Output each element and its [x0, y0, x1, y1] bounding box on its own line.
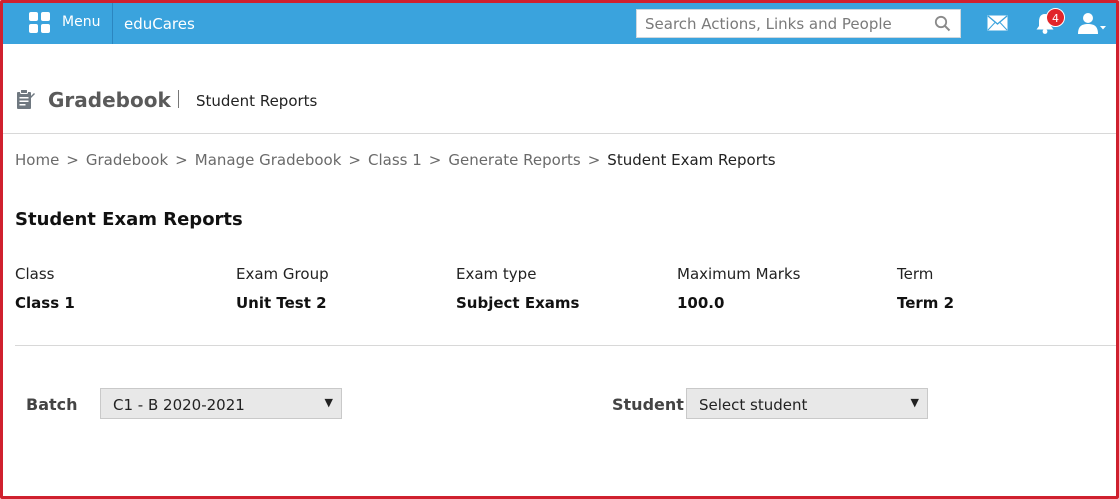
top-navbar: Menu eduCares 4	[3, 3, 1116, 44]
info-label: Exam Group	[236, 265, 329, 283]
breadcrumb-separator: >	[348, 151, 361, 169]
breadcrumb-current: Student Exam Reports	[607, 151, 776, 169]
breadcrumb-separator: >	[428, 151, 442, 169]
notification-count-badge[interactable]: 4	[1046, 8, 1065, 27]
screenshot-frame	[0, 0, 1119, 499]
info-label: Exam type	[456, 265, 537, 283]
search-input[interactable]	[637, 10, 927, 37]
section-divider	[15, 345, 1116, 346]
info-term: Term Term 2	[897, 265, 954, 312]
caret-down-icon: ▼	[324, 396, 333, 409]
info-value: Term 2	[897, 294, 955, 312]
breadcrumb-separator: >	[587, 151, 601, 169]
user-avatar-icon[interactable]	[1077, 11, 1107, 35]
info-value: Unit Test 2	[236, 294, 327, 312]
menu-label: Menu	[62, 14, 101, 30]
breadcrumb-separator: >	[175, 151, 188, 169]
info-exam-group: Exam Group Unit Test 2	[236, 265, 329, 312]
page-subtitle: Student Reports	[196, 92, 318, 110]
info-class: Class Class 1	[15, 265, 75, 312]
batch-select-value: C1 - B 2020-2021	[113, 396, 245, 414]
section-title: Student Exam Reports	[15, 209, 243, 230]
breadcrumb: Home > Gradebook > Manage Gradebook > Class 1 >…	[15, 151, 776, 169]
page-title: Gradebook	[48, 88, 171, 112]
breadcrumb-generate-reports[interactable]: Generate Reports	[448, 151, 580, 169]
info-value: 100.0	[677, 294, 725, 312]
batch-label: Batch	[26, 395, 78, 414]
breadcrumb-manage-gradebook[interactable]: Manage Gradebook	[195, 151, 342, 169]
info-value: Subject Exams	[456, 294, 580, 312]
header-divider	[3, 133, 1116, 134]
breadcrumb-class[interactable]: Class 1	[368, 151, 422, 169]
batch-select[interactable]: C1 - B 2020-2021 ▼	[100, 388, 342, 419]
student-label: Student	[612, 395, 684, 414]
brand-link[interactable]: eduCares	[124, 15, 195, 33]
info-exam-type: Exam type Subject Exams	[456, 265, 579, 312]
search-icon[interactable]	[934, 15, 951, 32]
app-grid-icon	[29, 12, 51, 34]
student-select-value: Select student	[699, 396, 808, 414]
caret-down-icon: ▼	[910, 396, 919, 409]
info-maximum-marks: Maximum Marks 100.0	[677, 265, 800, 312]
breadcrumb-gradebook[interactable]: Gradebook	[86, 151, 168, 169]
clipboard-icon	[17, 89, 35, 109]
mail-icon[interactable]	[987, 15, 1008, 31]
info-label: Maximum Marks	[677, 265, 801, 283]
breadcrumb-separator: >	[66, 151, 79, 169]
menu-button[interactable]: Menu	[16, 3, 113, 44]
info-label: Class	[15, 265, 55, 283]
student-select[interactable]: Select student ▼	[686, 388, 928, 419]
info-label: Term	[897, 265, 934, 283]
title-divider	[178, 90, 179, 108]
breadcrumb-home[interactable]: Home	[15, 151, 59, 169]
global-search	[636, 9, 961, 38]
info-value: Class 1	[15, 294, 75, 312]
